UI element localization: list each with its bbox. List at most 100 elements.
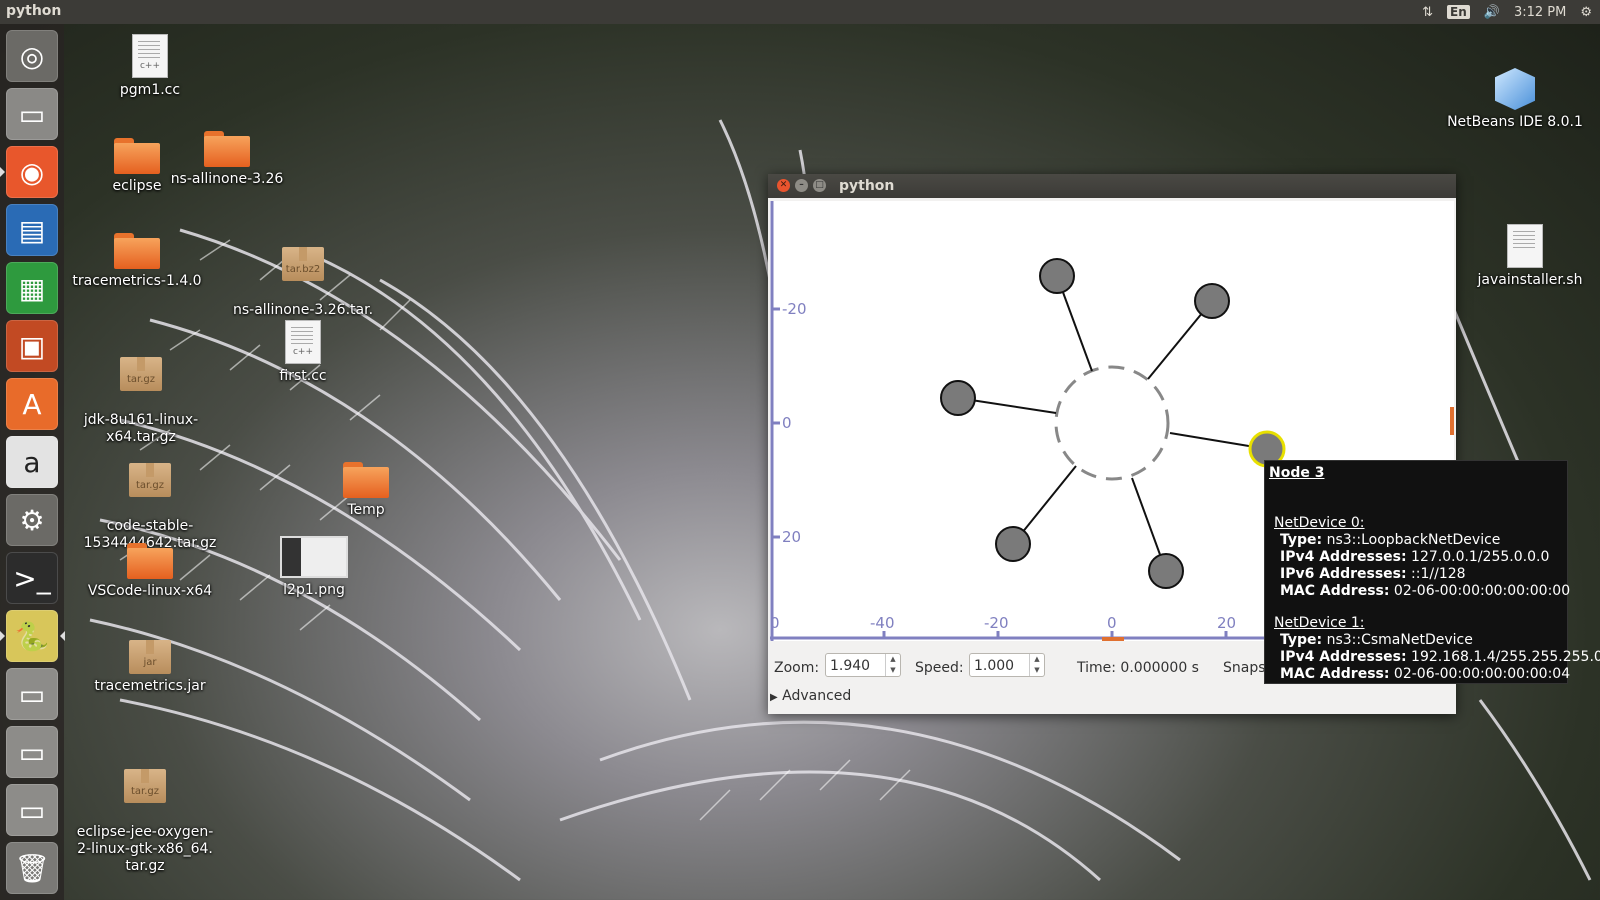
node-circle[interactable] — [1194, 283, 1230, 319]
x-tick-label: 20 — [1217, 614, 1236, 632]
folder-icon — [127, 543, 173, 579]
x-tick-label: 0 — [770, 614, 780, 632]
zoom-value: 1.940 — [830, 658, 871, 674]
netdevice-0-ipv6: IPv6 Addresses: ::1//128 — [1280, 566, 1466, 582]
desktop-icon-label: javainstaller.sh — [1477, 272, 1583, 288]
launcher-drive-2-icon[interactable]: ▭ — [6, 726, 58, 778]
snapshot-button[interactable]: Snaps — [1223, 660, 1266, 676]
netdevice-1-mac: MAC Address: 02-06-00:00:00:00:00:04 — [1280, 666, 1571, 682]
launcher-ubuntu-dash-icon[interactable]: ◎ — [6, 30, 58, 82]
clock[interactable]: 3:12 PM — [1514, 5, 1566, 20]
desktop-icon-jdk[interactable]: tar.gz jdk-8u161-linux- x64.tar.gz — [66, 340, 216, 463]
archive-icon: tar.gz — [129, 463, 171, 497]
node-circle[interactable] — [1148, 553, 1184, 589]
launcher-python-icon[interactable]: 🐍 — [6, 610, 58, 662]
launcher-file-manager-icon[interactable]: ▭ — [6, 88, 58, 140]
launcher-system-settings-icon[interactable]: ⚙ — [6, 494, 58, 546]
desktop-icon-label: VSCode-linux-x64 — [87, 583, 213, 599]
launcher-libreoffice-writer-icon[interactable]: ▤ — [6, 204, 58, 256]
zoom-label: Zoom: — [774, 660, 820, 676]
launcher-libreoffice-calc-icon[interactable]: ▦ — [6, 262, 58, 314]
desktop-icon-javainstaller[interactable]: javainstaller.sh — [1450, 224, 1600, 289]
x-tick-label: -20 — [984, 614, 1009, 632]
launcher-drive-3-icon[interactable]: ▭ — [6, 784, 58, 836]
image-thumbnail-icon — [280, 536, 348, 578]
node-circle[interactable] — [995, 526, 1031, 562]
script-file-icon — [1507, 224, 1543, 268]
netdevice-0-title: NetDevice 0: — [1274, 515, 1365, 531]
desktop-icon-temp[interactable]: Temp — [291, 462, 441, 519]
x-axis-position-marker — [1102, 637, 1124, 641]
launcher: ◎ ▭ ◉ ▤ ▦ ▣ Aa ⚙ >_ 🐍 ▭ ▭ ▭ 🗑 — [0, 24, 65, 900]
y-tick-label: -20 — [782, 300, 807, 318]
speed-value: 1.000 — [974, 658, 1015, 674]
network-transfer-icon[interactable]: ⇅ — [1422, 5, 1433, 20]
window-title: python — [839, 178, 895, 194]
advanced-expander[interactable]: ▶ Advanced — [770, 688, 851, 704]
desktop-icon-label: Temp — [347, 502, 385, 518]
netdevice-0-ipv4: IPv4 Addresses: 127.0.0.1/255.0.0.0 — [1280, 549, 1550, 565]
archive-icon: tar.gz — [120, 357, 162, 391]
netdevice-1-ipv4: IPv4 Addresses: 192.168.1.4/255.255.255.… — [1280, 649, 1600, 665]
gear-icon[interactable]: ⚙ — [1580, 5, 1592, 20]
archive-icon: tar.gz — [124, 769, 166, 803]
window-titlebar[interactable]: ✕ – □ python — [768, 174, 1456, 198]
desktop-icon-l2p1-png[interactable]: l2p1.png — [239, 536, 389, 599]
node-circle[interactable] — [940, 380, 976, 416]
desktop-icon-label: first.cc — [279, 368, 327, 384]
desktop-icon-first-cc[interactable]: c++ first.cc — [228, 320, 378, 385]
node-circle[interactable] — [1039, 258, 1075, 294]
y-axis-position-marker — [1450, 407, 1454, 435]
launcher-firefox-icon[interactable]: ◉ — [6, 146, 58, 198]
close-icon[interactable]: ✕ — [777, 179, 790, 192]
desktop-icon-tracemetrics-jar[interactable]: jar tracemetrics.jar — [75, 640, 225, 695]
y-tick-label: 20 — [782, 528, 801, 546]
desktop-icon-eclipse-jee[interactable]: tar.gz eclipse-jee-oxygen- 2-linux-gtk-x… — [70, 752, 220, 892]
folder-icon — [343, 462, 389, 498]
desktop-icon-netbeans[interactable]: NetBeans IDE 8.0.1 — [1440, 68, 1590, 131]
desktop-icon-label: eclipse-jee-oxygen- 2-linux-gtk-x86_64. … — [76, 824, 214, 874]
node-info-tooltip: Node 3 NetDevice 0: Type: ns3::LoopbackN… — [1264, 460, 1600, 684]
launcher-libreoffice-impress-icon[interactable]: ▣ — [6, 320, 58, 372]
keyboard-layout-indicator[interactable]: En — [1447, 5, 1470, 19]
netdevice-1-title: NetDevice 1: — [1274, 615, 1365, 631]
x-tick-label: 0 — [1107, 614, 1117, 632]
time-readout: Time: 0.000000 s — [1077, 660, 1199, 676]
desktop-icon-label: tracemetrics-1.4.0 — [72, 273, 202, 289]
x-tick-label: -40 — [870, 614, 895, 632]
cpp-file-icon: c++ — [132, 34, 168, 78]
desktop-icon-tracemetrics-folder[interactable]: tracemetrics-1.4.0 — [62, 233, 212, 290]
folder-icon — [204, 131, 250, 167]
active-app-title: python — [6, 3, 62, 19]
archive-icon: tar.bz2 — [282, 247, 324, 281]
launcher-trash-icon[interactable]: 🗑 — [6, 842, 58, 894]
speed-spin-arrows[interactable]: ▲ ▼ — [1029, 654, 1044, 676]
desktop-icon-vscode[interactable]: VSCode-linux-x64 — [75, 543, 225, 600]
netbeans-cube-icon — [1495, 68, 1535, 110]
focused-indicator — [60, 631, 65, 641]
netdevice-1-type: Type: ns3::CsmaNetDevice — [1280, 632, 1473, 648]
minimize-icon[interactable]: – — [795, 179, 808, 192]
tooltip-title: Node 3 — [1269, 465, 1325, 481]
y-tick-label: 0 — [782, 414, 792, 432]
archive-icon: jar — [129, 640, 171, 674]
speed-spinbox[interactable]: 1.000 ▲ ▼ — [969, 653, 1045, 677]
running-indicator — [0, 631, 5, 641]
zoom-spin-arrows[interactable]: ▲ ▼ — [885, 654, 900, 676]
launcher-software-center-icon[interactable]: A — [6, 378, 58, 430]
desktop-icon-label: NetBeans IDE 8.0.1 — [1447, 114, 1583, 130]
launcher-drive-1-icon[interactable]: ▭ — [6, 668, 58, 720]
desktop-icon-ns-allinone[interactable]: ns-allinone-3.26 — [152, 131, 302, 188]
desktop-icon-label: jdk-8u161-linux- x64.tar.gz — [83, 412, 199, 445]
csma-bus-circle — [1054, 365, 1170, 481]
maximize-icon[interactable]: □ — [813, 179, 826, 192]
launcher-amazon-icon[interactable]: a — [6, 436, 58, 488]
folder-icon — [114, 233, 160, 269]
desktop-icon-pgm1-cc[interactable]: c++ pgm1.cc — [75, 34, 225, 99]
desktop-icon-label: l2p1.png — [283, 582, 345, 598]
speed-label: Speed: — [915, 660, 964, 676]
zoom-spinbox[interactable]: 1.940 ▲ ▼ — [825, 653, 901, 677]
advanced-label: Advanced — [782, 688, 852, 704]
launcher-terminal-icon[interactable]: >_ — [6, 552, 58, 604]
volume-icon[interactable]: 🔊 — [1484, 5, 1500, 20]
